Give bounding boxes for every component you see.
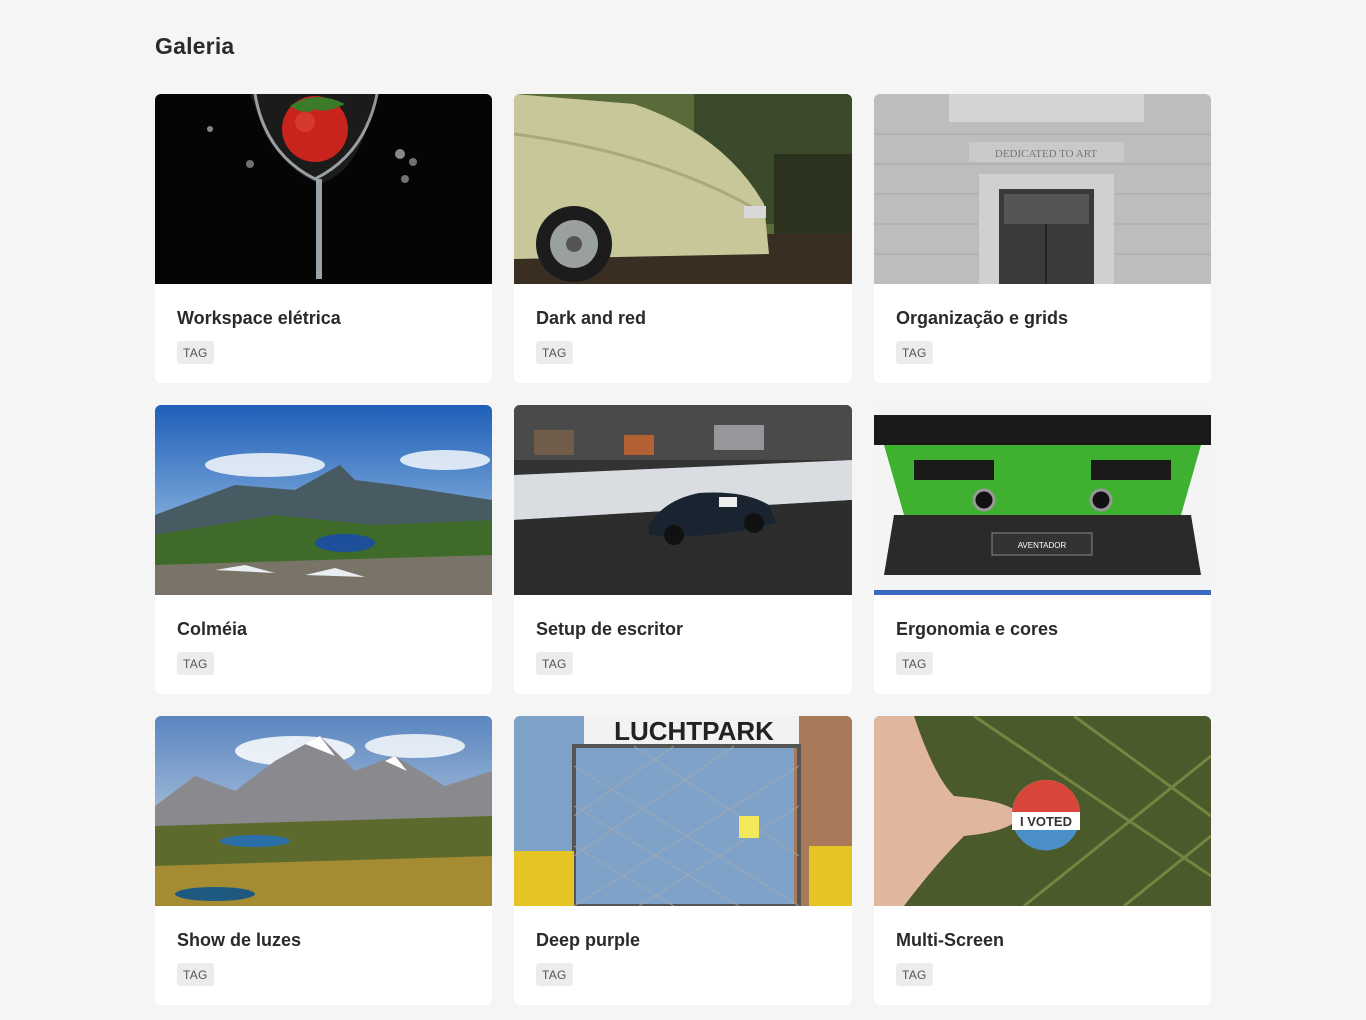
gallery-card[interactable]: Colméia TAG bbox=[155, 405, 492, 694]
gallery-card[interactable]: DEDICATED TO ART Organização e grids TAG bbox=[874, 94, 1211, 383]
gallery-card[interactable]: LUCHTPARK Deep purple TAG bbox=[514, 716, 852, 1005]
building-inscription: DEDICATED TO ART bbox=[995, 148, 1097, 160]
card-title: Ergonomia e cores bbox=[896, 619, 1059, 639]
card-tag[interactable]: TAG bbox=[896, 963, 933, 986]
card-tag[interactable]: TAG bbox=[536, 341, 573, 364]
card-image-vintage-car bbox=[514, 94, 852, 284]
card-title: Dark and red bbox=[536, 308, 647, 328]
gallery-card[interactable]: I VOTED Multi-Screen TAG bbox=[874, 716, 1211, 1005]
card-tag[interactable]: TAG bbox=[177, 652, 214, 675]
gallery-card[interactable]: Show de luzes TAG bbox=[155, 716, 492, 1005]
card-tag[interactable]: TAG bbox=[896, 341, 933, 364]
card-image-green-sports-car: AVENTADOR bbox=[874, 405, 1211, 595]
card-title: Multi-Screen bbox=[896, 930, 1005, 950]
gallery-grid: Workspace elétrica TAG Dark and red TAG bbox=[155, 94, 1211, 1005]
gallery-card[interactable]: Workspace elétrica TAG bbox=[155, 94, 492, 383]
card-image-park-fence: LUCHTPARK bbox=[514, 716, 852, 906]
sign-text: LUCHTPARK bbox=[614, 716, 774, 746]
card-image-racing-car bbox=[514, 405, 852, 595]
card-title: Workspace elétrica bbox=[177, 308, 341, 328]
card-title: Setup de escritor bbox=[536, 619, 684, 639]
card-image-alpine-peaks bbox=[155, 716, 492, 906]
card-title: Organização e grids bbox=[896, 308, 1069, 328]
gallery-card[interactable]: Dark and red TAG bbox=[514, 94, 852, 383]
card-image-mountain-lake bbox=[155, 405, 492, 595]
card-image-voted-sticker: I VOTED bbox=[874, 716, 1211, 906]
card-tag[interactable]: TAG bbox=[896, 652, 933, 675]
card-title: Deep purple bbox=[536, 930, 641, 950]
card-tag[interactable]: TAG bbox=[536, 963, 573, 986]
card-image-stone-building-door: DEDICATED TO ART bbox=[874, 94, 1211, 284]
card-title: Colméia bbox=[177, 619, 248, 639]
sticker-text: I VOTED bbox=[1020, 814, 1072, 829]
card-tag[interactable]: TAG bbox=[177, 963, 214, 986]
card-image-strawberry-in-glass bbox=[155, 94, 492, 284]
page-title: Galeria bbox=[155, 33, 235, 59]
card-tag[interactable]: TAG bbox=[536, 652, 573, 675]
svg-text:AVENTADOR: AVENTADOR bbox=[1018, 541, 1067, 550]
card-title: Show de luzes bbox=[177, 930, 302, 950]
gallery-card[interactable]: AVENTADOR Ergonomia e cores TAG bbox=[874, 405, 1211, 694]
gallery-card[interactable]: Setup de escritor TAG bbox=[514, 405, 852, 694]
card-tag[interactable]: TAG bbox=[177, 341, 214, 364]
